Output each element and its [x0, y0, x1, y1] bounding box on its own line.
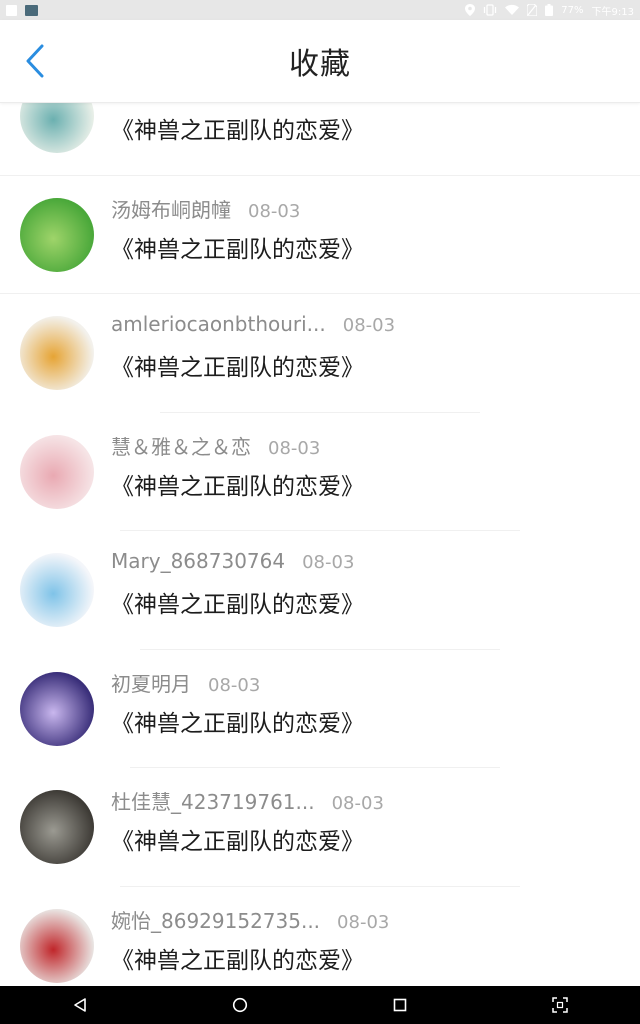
book-title[interactable]: 《神兽之正副队的恋爱》	[111, 585, 620, 619]
title-bar: 收藏	[0, 20, 640, 103]
vibrate-icon	[484, 4, 497, 16]
item-date: 08-03	[342, 315, 396, 336]
clock: 下午9:13	[591, 6, 634, 18]
screenshot-icon	[552, 997, 568, 1013]
item-texts: Mary_868730764 08-03 《神兽之正副队的恋爱》	[111, 549, 620, 619]
list-item[interactable]: Mary_868730764 08-03 《神兽之正副队的恋爱》	[0, 531, 640, 650]
user-name[interactable]: 婉怡_86929152735...	[111, 905, 320, 934]
meta-row: 杜佳慧_423719761... 08-03	[111, 786, 620, 818]
book-title[interactable]: 《神兽之正副队的恋爱》	[111, 941, 620, 975]
item-texts: 杜佳慧_423719761... 08-03 《神兽之正副队的恋爱》	[111, 786, 620, 856]
back-button[interactable]	[18, 41, 52, 81]
book-title[interactable]: 《神兽之正副队的恋爱》	[111, 111, 620, 145]
status-right: 77% 下午9:13	[465, 3, 634, 18]
book-title[interactable]: 《神兽之正副队的恋爱》	[111, 822, 620, 856]
item-date: 08-03	[268, 437, 321, 459]
avatar[interactable]	[20, 908, 94, 983]
list-item[interactable]: 初夏明月 08-03 《神兽之正副队的恋爱》	[0, 650, 640, 768]
user-name[interactable]: 初夏明月	[111, 668, 191, 697]
meta-row: 初夏明月 08-03	[111, 668, 620, 700]
book-title[interactable]: 《神兽之正副队的恋爱》	[111, 704, 620, 738]
gallery-notification-icon	[6, 4, 17, 16]
item-date: 08-03	[337, 911, 390, 933]
location-icon	[465, 4, 476, 16]
wifi-icon	[505, 4, 520, 15]
item-texts: 婉怡_86929152735... 08-03 《神兽之正副队的恋爱》	[111, 905, 620, 975]
app-notification-icon	[25, 4, 38, 16]
item-date: 08-03	[302, 552, 355, 573]
list-item[interactable]: 杜佳慧_423719761... 08-03 《神兽之正副队的恋爱》	[0, 768, 640, 887]
avatar[interactable]	[20, 434, 94, 509]
meta-row: Mary_868730764 08-03	[111, 549, 620, 581]
page-title: 收藏	[289, 47, 351, 82]
avatar[interactable]	[20, 790, 94, 864]
chevron-left-icon	[26, 44, 44, 78]
user-name[interactable]: 慧＆雅＆之＆恋	[111, 431, 251, 460]
user-name[interactable]: 汤姆布峒朗幢	[111, 194, 231, 223]
item-texts: 慧＆雅＆之＆恋 08-03 《神兽之正副队的恋爱》	[111, 431, 620, 501]
meta-row: 慧＆雅＆之＆恋 08-03	[111, 431, 620, 463]
favorites-list[interactable]: 绫_8028598695156..08-03《神兽之正副队的恋爱》汤姆布峒朗幢0…	[0, 57, 640, 987]
avatar[interactable]	[20, 197, 94, 272]
item-date: 08-03	[208, 674, 261, 696]
item-date: 08-03	[248, 200, 301, 222]
meta-row: 汤姆布峒朗幢 08-03	[111, 194, 620, 226]
item-texts: 汤姆布峒朗幢 08-03 《神兽之正副队的恋爱》	[111, 194, 620, 264]
item-texts: 初夏明月 08-03 《神兽之正副队的恋爱》	[111, 668, 620, 738]
user-name[interactable]: Mary_868730764	[111, 549, 285, 573]
status-left	[6, 4, 38, 16]
meta-row: 婉怡_86929152735... 08-03	[111, 905, 620, 937]
user-name[interactable]: amleriocaonbthouri...	[111, 312, 326, 336]
nav-back-button[interactable]	[60, 986, 100, 1024]
status-bar: 77% 下午9:13	[0, 0, 640, 20]
triangle-back-icon	[74, 998, 86, 1012]
system-nav-bar	[0, 986, 640, 1024]
avatar[interactable]	[20, 316, 94, 390]
book-title[interactable]: 《神兽之正副队的恋爱》	[111, 230, 620, 264]
square-recents-icon	[393, 998, 407, 1012]
item-date: 08-03	[331, 793, 384, 814]
avatar[interactable]	[20, 671, 94, 746]
avatar[interactable]	[20, 553, 94, 627]
battery-icon	[545, 4, 554, 16]
list-item[interactable]: 婉怡_86929152735... 08-03 《神兽之正副队的恋爱》	[0, 887, 640, 988]
nav-screenshot-button[interactable]	[540, 986, 580, 1024]
nav-recents-button[interactable]	[380, 986, 420, 1024]
nav-home-button[interactable]	[220, 986, 260, 1024]
list-item[interactable]: 慧＆雅＆之＆恋 08-03 《神兽之正副队的恋爱》	[0, 413, 640, 531]
meta-row: amleriocaonbthouri... 08-03	[111, 312, 620, 344]
list-item[interactable]: 汤姆布峒朗幢 08-03 《神兽之正副队的恋爱》	[0, 176, 640, 294]
book-title[interactable]: 《神兽之正副队的恋爱》	[111, 467, 620, 501]
item-texts: amleriocaonbthouri... 08-03 《神兽之正副队的恋爱》	[111, 312, 620, 382]
circle-home-icon	[232, 997, 248, 1013]
user-name[interactable]: 杜佳慧_423719761...	[111, 786, 315, 815]
no-sim-icon	[527, 4, 538, 16]
book-title[interactable]: 《神兽之正副队的恋爱》	[111, 348, 620, 382]
battery-percent: 77%	[561, 4, 584, 16]
list-item[interactable]: amleriocaonbthouri... 08-03 《神兽之正副队的恋爱》	[0, 294, 640, 413]
screen: 77% 下午9:13 绫_8028598695156..08-03《神兽之正副队…	[0, 0, 640, 1024]
